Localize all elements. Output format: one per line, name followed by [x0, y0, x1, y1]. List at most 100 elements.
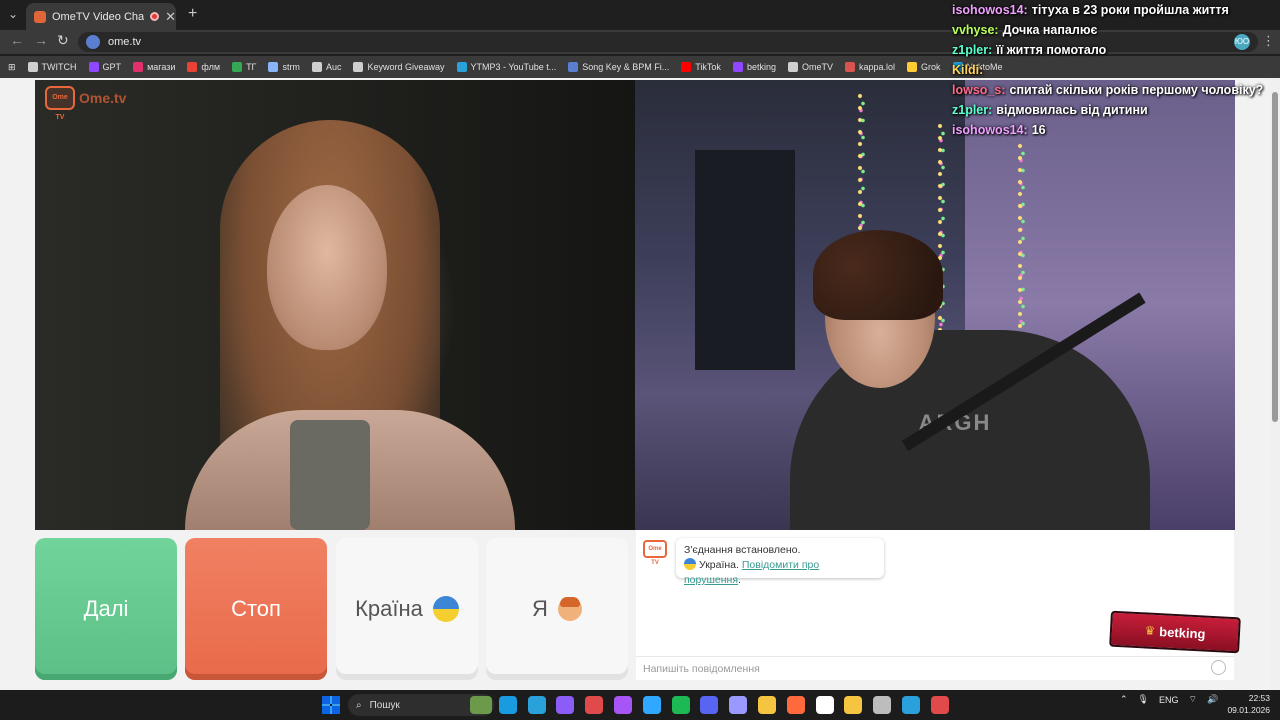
taskbar-app-icon[interactable]	[614, 696, 632, 714]
forward-icon[interactable]: →	[34, 32, 48, 48]
bookmark-label: Auc	[325, 62, 342, 72]
taskbar-app-icon[interactable]	[642, 696, 661, 714]
tab-search-icon[interactable]: ⌄	[8, 7, 18, 21]
bookmark-item[interactable]: магази	[133, 62, 175, 72]
taskbar-app-icon[interactable]	[873, 696, 892, 714]
bookmark-favicon-icon	[268, 62, 279, 72]
chat-username: Kildi:	[952, 63, 984, 77]
taskbar-app-icon[interactable]	[902, 696, 920, 714]
bookmark-item[interactable]: Auc	[311, 62, 342, 72]
language-indicator[interactable]: ENG	[1159, 695, 1179, 705]
taskbar	[0, 690, 1280, 720]
stranger-video: Ome TV Ome.tv	[35, 80, 635, 530]
mic-icon[interactable]: 🎙	[1138, 694, 1149, 705]
wifi-icon[interactable]: ⌔	[1189, 694, 1197, 705]
bookmark-item[interactable]: Song Key & BPM Fi...	[568, 62, 669, 72]
bookmark-label: Song Key & BPM Fi...	[582, 62, 670, 72]
bookmark-item[interactable]: TWITCH	[27, 62, 77, 72]
chat-username: vvhyse:	[952, 23, 999, 37]
chat-username: isohowos14:	[952, 3, 1028, 17]
bookmark-item[interactable]: GPT	[88, 62, 122, 72]
apps-grid-icon[interactable]: ⊞	[8, 62, 16, 73]
stop-button[interactable]: Стоп	[185, 538, 327, 680]
site-info-icon[interactable]	[86, 35, 100, 49]
chevron-up-icon[interactable]: ⌃	[1120, 694, 1128, 705]
taskbar-app-icon[interactable]	[930, 696, 949, 714]
crown-icon: ♛	[1144, 623, 1156, 638]
taskbar-app-icon[interactable]	[815, 696, 834, 714]
taskbar-app-icon[interactable]	[556, 696, 575, 714]
ometv-watermark: Ome TV Ome.tv	[45, 86, 126, 121]
boy-emoji-icon	[557, 597, 582, 621]
emoji-icon[interactable]	[1211, 660, 1226, 675]
bookmark-item[interactable]: TГ	[232, 62, 256, 72]
bookmark-label: OmeTV	[801, 62, 833, 72]
country-name: Україна.	[699, 559, 739, 571]
country-label: Країна	[355, 596, 423, 621]
bookmark-item[interactable]: betking	[732, 62, 776, 72]
system-tray: ⌃ 🎙 ENG ⌔ 🔊	[1120, 694, 1218, 705]
bookmark-favicon-icon	[353, 62, 364, 72]
volume-icon[interactable]: 🔊	[1207, 694, 1218, 705]
room-doorway	[695, 150, 795, 370]
bookmark-favicon-icon	[907, 62, 918, 72]
taskbar-app-icon[interactable]	[729, 696, 748, 714]
report-suffix: .	[738, 574, 741, 586]
stream-chat-overlay: isohowos14: тітуха в 23 роки пройшла житт…	[952, 0, 1272, 140]
stream-chat-message: z1pler: її життя помотало	[952, 40, 1272, 60]
betking-text: betking	[1158, 623, 1206, 642]
bookmark-label: GPT	[102, 62, 122, 72]
connected-text: З'єднання встановлено.	[684, 544, 801, 556]
bookmark-favicon-icon	[732, 62, 743, 72]
taskbar-app-icon[interactable]	[786, 696, 805, 714]
stream-chat-message: z1pler: відмовилась від дитини	[952, 100, 1272, 120]
bookmark-item[interactable]: флм	[187, 62, 220, 72]
stream-chat-message: Kildi:	[952, 60, 1272, 80]
scrollbar-thumb[interactable]	[1272, 92, 1278, 422]
stream-chat-message: lowso_s: спитай скільки років першому чол…	[952, 80, 1272, 100]
bookmark-item[interactable]: strm	[268, 62, 300, 72]
taskbar-app-icon[interactable]	[527, 696, 546, 714]
bookmark-item[interactable]: Keyword Giveaway	[353, 62, 445, 72]
message-input[interactable]: Напишіть повідомлення	[636, 656, 1234, 680]
bookmark-item[interactable]: kappa.lol	[844, 62, 896, 72]
country-button[interactable]: Країна	[336, 538, 478, 680]
next-button[interactable]: Далі	[35, 538, 177, 680]
taskbar-app-icon[interactable]	[758, 696, 776, 714]
next-label: Далі	[83, 596, 129, 621]
taskbar-app-icon[interactable]	[671, 696, 690, 714]
chat-text: відмовилась від дитини	[996, 103, 1148, 117]
bookmark-favicon-icon	[88, 62, 99, 72]
browser-tab[interactable]: OmeTV Video Chat — Ome ✕	[26, 3, 176, 30]
betking-sponsor-badge: ♛ betking	[1109, 610, 1241, 654]
shirt-print: ARGH	[918, 410, 992, 435]
address-text: ome.tv	[108, 36, 142, 48]
bookmark-item[interactable]: YTMP3 - YouTube t...	[456, 62, 557, 72]
recording-indicator-icon	[150, 12, 160, 21]
bookmark-item[interactable]: OmeTV	[787, 62, 833, 72]
gender-button[interactable]: Я	[486, 538, 628, 680]
bookmark-label: kappa.lol	[858, 62, 896, 72]
taskbar-app-icon[interactable]	[700, 696, 719, 714]
new-tab-button[interactable]: +	[188, 5, 197, 23]
clock[interactable]: 22:53 09.01.2026	[1226, 692, 1270, 716]
taskbar-app-icon[interactable]	[498, 696, 517, 714]
bookmark-label: YTMP3 - YouTube t...	[470, 62, 557, 72]
windows-start-icon[interactable]	[322, 696, 340, 714]
bookmark-label: магази	[147, 62, 176, 72]
chat-text: її життя помотало	[996, 43, 1107, 57]
bookmark-label: TikTok	[695, 62, 721, 72]
chat-text: Дочка напалює	[1002, 23, 1098, 37]
back-icon[interactable]: ←	[10, 32, 24, 48]
taskbar-app-icon[interactable]	[585, 696, 604, 714]
stream-chat-message: vvhyse: Дочка напалює	[952, 20, 1272, 40]
taskbar-app-icon[interactable]	[844, 696, 863, 714]
taskbar-app-icon[interactable]	[470, 696, 492, 714]
reload-icon[interactable]: ↻	[57, 32, 69, 49]
bookmark-item[interactable]: Grok	[907, 62, 941, 72]
tab-close-icon[interactable]: ✕	[165, 9, 176, 25]
taskbar-search-label: Пошук	[369, 699, 400, 711]
stream-chat-message: isohowos14: 16	[952, 120, 1272, 140]
bookmark-item[interactable]: TikTok	[681, 62, 721, 72]
bookmark-favicon-icon	[787, 62, 798, 72]
